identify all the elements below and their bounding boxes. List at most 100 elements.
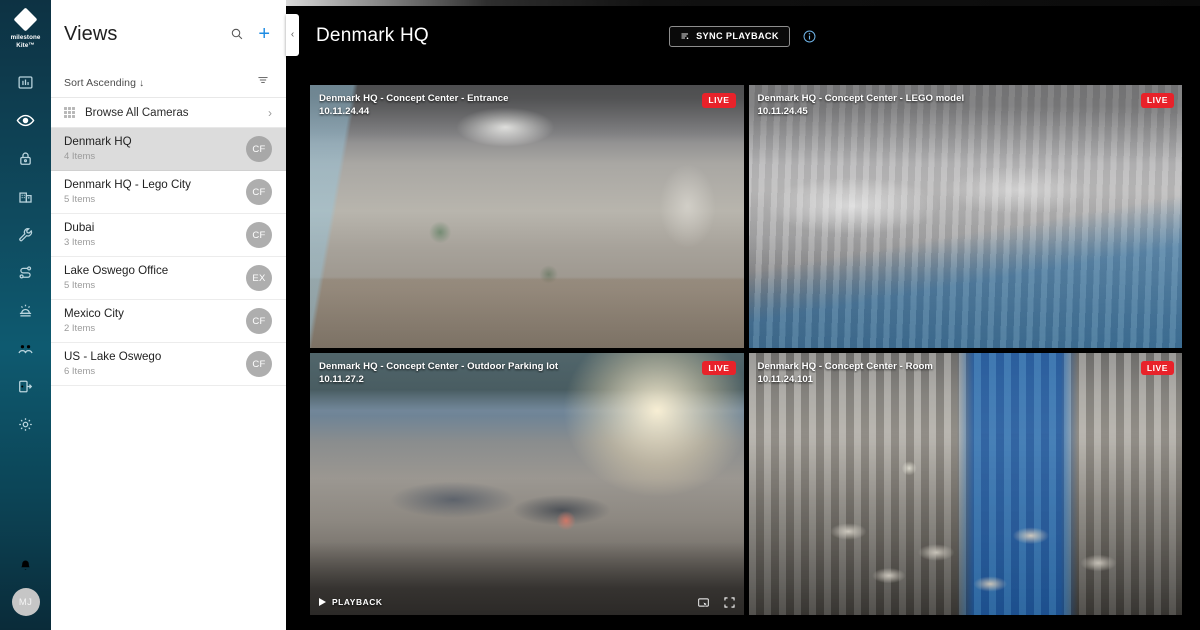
search-icon	[232, 28, 243, 40]
view-item-count: 6 Items	[64, 366, 96, 377]
view-item-name: Mexico City	[64, 307, 124, 320]
snapshot-button[interactable]	[697, 596, 710, 609]
camera-tile-actions	[697, 596, 736, 609]
view-list-item[interactable]: Lake Oswego Office 5 Items EX	[51, 257, 286, 300]
sidebar-item-users[interactable]	[0, 329, 51, 367]
users-icon	[18, 344, 33, 354]
app-logo[interactable]: milestone Kite™	[0, 7, 51, 49]
sort-bar: Sort Ascending ↓	[51, 68, 286, 98]
playback-button[interactable]: PLAYBACK	[319, 597, 383, 607]
view-item-name: Denmark HQ	[64, 135, 132, 148]
page-title: Views	[64, 22, 118, 45]
nav-icon-list	[0, 63, 51, 443]
workflow-icon	[19, 266, 32, 279]
play-icon	[319, 598, 326, 606]
view-list-item[interactable]: US - Lake Oswego 6 Items CF	[51, 343, 286, 386]
sync-playback-label: SYNC PLAYBACK	[696, 31, 779, 41]
info-button[interactable]	[802, 29, 817, 44]
sync-playback-button[interactable]: SYNC PLAYBACK	[669, 25, 790, 47]
camera-video-feed	[748, 352, 1182, 615]
view-item-text: Denmark HQ - Lego City 5 Items	[64, 178, 246, 206]
logo-text: milestone Kite™	[11, 34, 41, 49]
camera-tile[interactable]: Denmark HQ - Concept Center - LEGO model…	[748, 85, 1182, 348]
primary-nav-rail: milestone Kite™ MJ	[0, 0, 51, 630]
view-list-item[interactable]: Denmark HQ - Lego City 5 Items CF	[51, 171, 286, 214]
view-item-badge: CF	[246, 351, 272, 377]
sidebar-item-sites[interactable]	[0, 177, 51, 215]
view-item-badge: CF	[246, 179, 272, 205]
sync-lines-icon	[681, 33, 689, 40]
lock-icon	[20, 152, 31, 165]
sidebar-item-security[interactable]	[0, 139, 51, 177]
view-list-item[interactable]: Denmark HQ 4 Items CF	[51, 128, 286, 171]
view-list-item[interactable]: Dubai 3 Items CF	[51, 214, 286, 257]
alarm-icon	[19, 304, 32, 317]
add-view-button[interactable]: +	[258, 24, 270, 44]
sidebar-item-view[interactable]	[0, 101, 51, 139]
view-item-name: US - Lake Oswego	[64, 350, 162, 363]
sidebar-item-alarms[interactable]	[0, 291, 51, 329]
brand-product: Kite™	[16, 41, 35, 49]
live-badge[interactable]: LIVE	[702, 93, 736, 108]
access-control-icon	[19, 380, 33, 393]
browse-all-cameras-row[interactable]: Browse All Cameras ›	[51, 98, 286, 128]
live-badge[interactable]: LIVE	[702, 360, 736, 375]
views-header-actions: +	[230, 24, 270, 44]
chevron-left-icon: ‹	[290, 29, 295, 40]
live-badge[interactable]: LIVE	[1140, 360, 1174, 375]
view-title: Denmark HQ	[316, 25, 429, 46]
sidebar-item-settings[interactable]	[0, 405, 51, 443]
sidebar-item-maintenance[interactable]	[0, 215, 51, 253]
view-item-count: 3 Items	[64, 237, 96, 248]
view-icon	[16, 114, 35, 126]
camera-tile[interactable]: Denmark HQ - Concept Center - Room 10.11.…	[748, 352, 1182, 615]
filter-button[interactable]	[256, 73, 270, 92]
dashboard-icon	[18, 76, 33, 89]
sidebar-item-rules[interactable]	[0, 253, 51, 291]
sidebar-item-access-control[interactable]	[0, 367, 51, 405]
view-item-count: 2 Items	[64, 323, 96, 334]
view-list-item[interactable]: Mexico City 2 Items CF	[51, 300, 286, 343]
app-root: milestone Kite™ MJ Views + Sort Ascendin…	[0, 0, 1200, 630]
fullscreen-button[interactable]	[723, 596, 736, 609]
view-item-badge: CF	[246, 136, 272, 162]
collapse-sidebar-button[interactable]: ‹	[286, 14, 299, 56]
view-item-badge: CF	[246, 308, 272, 334]
brand-name: milestone	[10, 34, 41, 41]
playback-label: PLAYBACK	[332, 597, 383, 607]
view-item-badge: CF	[246, 222, 272, 248]
views-header: Views +	[51, 0, 286, 68]
browse-all-cameras-label: Browse All Cameras	[85, 106, 189, 119]
camera-video-feed	[310, 352, 744, 615]
grid-icon	[64, 107, 75, 118]
sidebar-item-dashboard[interactable]	[0, 63, 51, 101]
view-item-text: Denmark HQ 4 Items	[64, 135, 246, 163]
view-item-count: 5 Items	[64, 194, 96, 205]
main-header: Denmark HQ SYNC PLAYBACK	[286, 0, 1200, 72]
camera-video-feed	[748, 85, 1182, 348]
views-sidebar: Views + Sort Ascending ↓ Browse All Came…	[51, 0, 286, 630]
camera-tile[interactable]: Denmark HQ - Concept Center - Outdoor Pa…	[310, 352, 744, 615]
main-content: ‹ Denmark HQ SYNC PLAYBACK Denmark HQ - …	[286, 0, 1200, 630]
bell-icon	[21, 560, 30, 570]
view-item-badge: EX	[246, 265, 272, 291]
notifications-button[interactable]	[0, 548, 51, 582]
camera-tile[interactable]: Denmark HQ - Concept Center - Entrance 10…	[310, 85, 744, 348]
search-button[interactable]	[230, 27, 244, 41]
view-item-count: 4 Items	[64, 151, 96, 162]
view-item-name: Dubai	[64, 221, 95, 234]
user-avatar[interactable]: MJ	[11, 588, 40, 616]
view-item-text: Lake Oswego Office 5 Items	[64, 264, 246, 292]
view-item-name: Denmark HQ - Lego City	[64, 178, 191, 191]
live-badge[interactable]: LIVE	[1140, 93, 1174, 108]
sort-control[interactable]: Sort Ascending ↓	[64, 77, 256, 89]
sort-label-text: Sort Ascending	[64, 76, 137, 89]
chevron-right-icon: ›	[268, 105, 272, 120]
view-item-text: Mexico City 2 Items	[64, 307, 246, 335]
camera-tile-footer: PLAYBACK	[310, 589, 744, 615]
gear-icon	[19, 417, 32, 431]
filter-icon	[258, 77, 268, 83]
sort-direction-arrow: ↓	[139, 77, 145, 89]
fullscreen-icon	[723, 596, 735, 608]
camera-grid: Denmark HQ - Concept Center - Entrance 10…	[310, 85, 1182, 615]
